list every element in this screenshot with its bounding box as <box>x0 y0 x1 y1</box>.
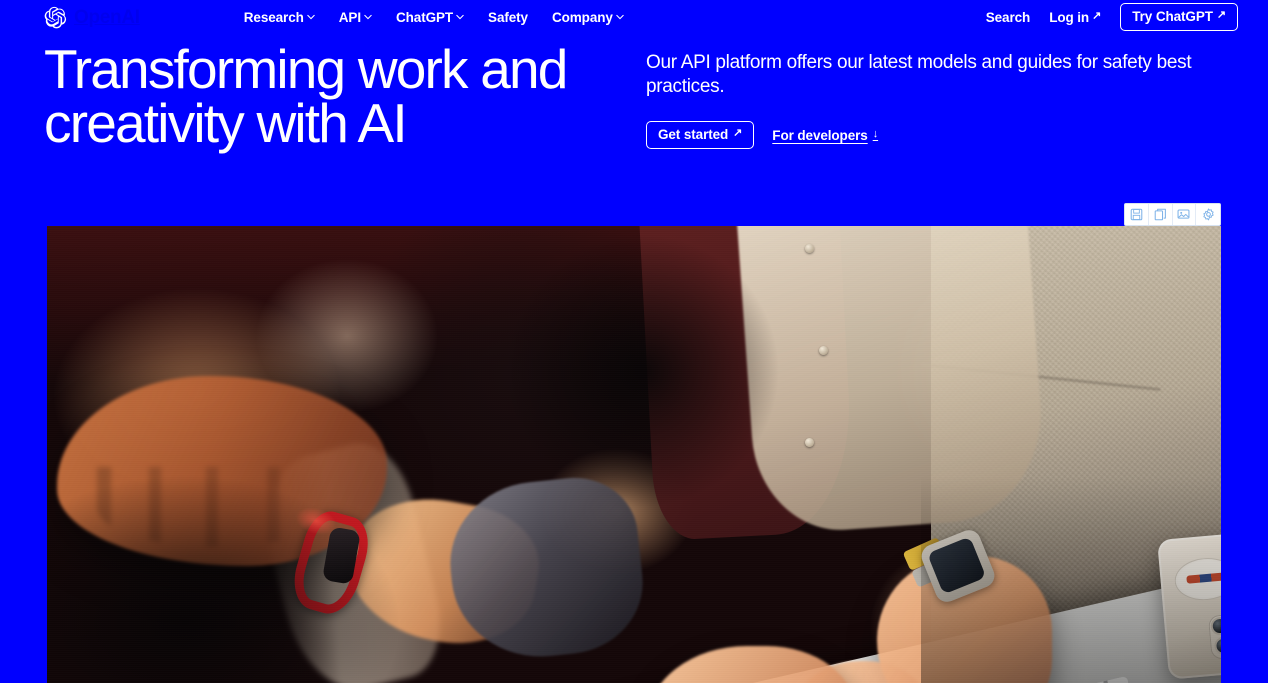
image-icon <box>1177 208 1190 221</box>
search-link-label: Search <box>985 9 1031 25</box>
photo-shirt-button <box>819 346 828 355</box>
nav-item-api-label: API <box>338 9 361 25</box>
nav-item-chatgpt[interactable]: ChatGPT <box>396 10 464 25</box>
try-chatgpt-button-label: Try ChatGPT <box>1132 9 1213 24</box>
hero-image <box>47 226 1221 683</box>
image-floating-toolbar[interactable] <box>1124 203 1221 226</box>
chevron-down-icon <box>616 14 624 22</box>
settings-gear-icon <box>1202 208 1215 221</box>
page-title: Transforming work and creativity with AI <box>44 42 644 151</box>
photo-bottom-left-shadow <box>47 383 507 683</box>
arrow-up-right-icon: ↗ <box>733 127 743 139</box>
copy-button[interactable] <box>1148 204 1173 225</box>
login-link[interactable]: Log in ↗ <box>1049 10 1101 25</box>
nav-item-safety[interactable]: Safety <box>488 10 528 25</box>
get-started-button-label: Get started <box>658 127 729 142</box>
arrow-up-right-icon: ↗ <box>1092 9 1102 22</box>
brand-name: OpenAI <box>74 6 140 28</box>
photo-right-shadow <box>921 476 1221 683</box>
try-chatgpt-button[interactable]: Try ChatGPT ↗ <box>1120 3 1238 31</box>
hero-description-column: Our API platform offers our latest model… <box>644 42 1228 150</box>
top-navigation-bar: OpenAI Research API ChatGPT Safety Compa… <box>0 0 1268 34</box>
chevron-down-icon <box>456 14 464 22</box>
copy-icon <box>1154 208 1167 221</box>
arrow-down-icon: ↓ <box>872 127 879 140</box>
get-started-button[interactable]: Get started ↗ <box>646 121 755 149</box>
nav-item-research[interactable]: Research <box>244 10 315 25</box>
hero-subtitle: Our API platform offers our latest model… <box>646 52 1192 97</box>
nav-item-research-label: Research <box>243 9 304 25</box>
nav-item-api[interactable]: API <box>339 10 372 25</box>
image-button[interactable] <box>1172 204 1197 225</box>
photo-foreground-hand-a <box>647 646 857 683</box>
primary-nav-links: Research API ChatGPT Safety Company <box>244 10 624 25</box>
settings-button[interactable] <box>1196 204 1220 225</box>
chevron-down-icon <box>307 14 315 22</box>
nav-item-company-label: Company <box>551 9 613 25</box>
hero-action-row: Get started ↗ For developers ↓ <box>646 121 1228 149</box>
secondary-nav-links: Search Log in ↗ Try ChatGPT ↗ <box>986 3 1238 31</box>
hero-section: Transforming work and creativity with AI… <box>0 42 1268 151</box>
arrow-up-right-icon: ↗ <box>1216 9 1226 21</box>
hero-text-column: Transforming work and creativity with AI <box>44 42 644 151</box>
brand-home-link[interactable]: OpenAI <box>44 6 140 29</box>
page-title-line-1: Transforming work and <box>44 38 568 100</box>
for-developers-link-label: For developers <box>772 127 868 143</box>
save-button[interactable] <box>1125 204 1149 225</box>
nav-item-company[interactable]: Company <box>552 10 624 25</box>
hero-image-photo <box>47 226 1221 683</box>
nav-item-safety-label: Safety <box>488 9 528 25</box>
nav-item-chatgpt-label: ChatGPT <box>395 9 454 25</box>
save-icon <box>1130 208 1143 221</box>
for-developers-link[interactable]: For developers ↓ <box>772 128 878 143</box>
search-link[interactable]: Search <box>985 9 1031 25</box>
page-title-line-2: creativity with AI <box>44 92 408 154</box>
login-link-label: Log in <box>1049 9 1090 25</box>
chevron-down-icon <box>364 14 372 22</box>
openai-logo-icon <box>44 6 67 29</box>
